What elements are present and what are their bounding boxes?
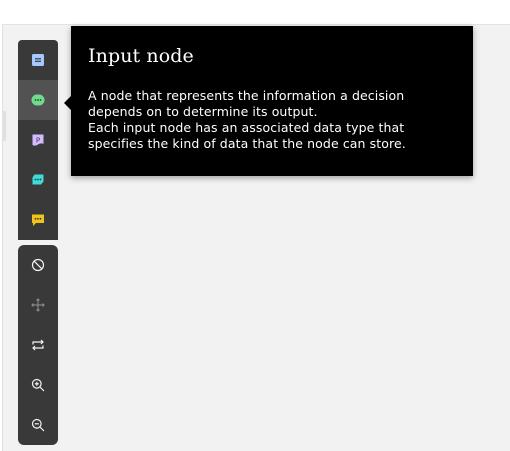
swap-button[interactable] [18, 325, 58, 365]
palette-item-input[interactable] [18, 80, 58, 120]
zoom-in-icon [31, 378, 45, 392]
canvas-edge-marker [3, 111, 6, 141]
tooltip-title: Input node [88, 45, 194, 67]
canvas-toolbar [18, 245, 58, 445]
top-strip [0, 0, 510, 24]
zoom-out-icon [31, 418, 45, 432]
prohibit-icon [31, 258, 45, 272]
tooltip-caret [64, 96, 71, 110]
tooltip-description: A node that represents the information a… [88, 88, 405, 119]
knowledge-source-node-icon: P [32, 134, 44, 146]
palette-item-knowledge-source[interactable]: P [18, 120, 58, 160]
palette-item-text-annotation[interactable] [18, 200, 58, 240]
pan-button[interactable] [18, 285, 58, 325]
decision-node-icon [32, 54, 44, 66]
zoom-out-button[interactable] [18, 405, 58, 445]
business-knowledge-node-icon [32, 174, 44, 185]
move-icon [31, 298, 45, 312]
repeat-icon [32, 339, 44, 351]
svg-text:P: P [36, 136, 40, 144]
zoom-in-button[interactable] [18, 365, 58, 405]
palette-item-business-knowledge[interactable] [18, 160, 58, 200]
tooltip-data-type-note: Each input node has an associated data t… [88, 120, 406, 151]
node-tooltip: Input node A node that represents the in… [64, 26, 473, 176]
clear-button[interactable] [18, 245, 58, 285]
palette-item-decision[interactable] [18, 40, 58, 80]
text-annotation-node-icon [32, 214, 44, 226]
input-node-icon [31, 94, 45, 106]
tooltip-body: A node that represents the information a… [88, 88, 456, 152]
node-palette: P [18, 40, 58, 240]
